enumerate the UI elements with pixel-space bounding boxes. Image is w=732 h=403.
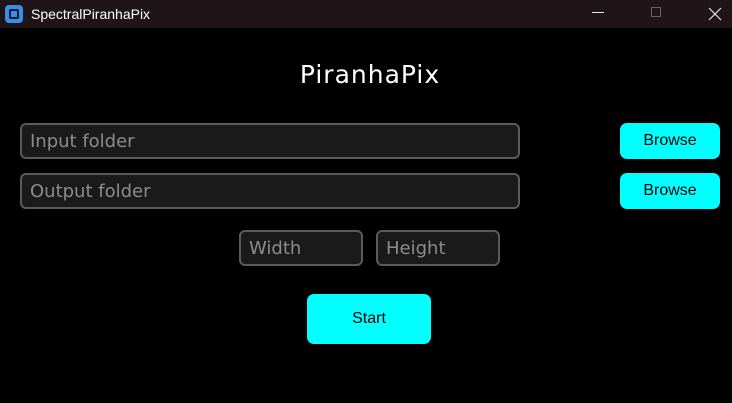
app-window: SpectralPiranhaPix PiranhaPix Browse Bro… <box>0 0 732 403</box>
window-title: SpectralPiranhaPix <box>31 6 151 22</box>
browse-input-button[interactable]: Browse <box>620 123 720 159</box>
height-field[interactable] <box>376 230 500 266</box>
minimize-icon[interactable] <box>575 0 621 28</box>
browse-output-button[interactable]: Browse <box>620 173 720 209</box>
start-button[interactable]: Start <box>307 294 431 344</box>
close-icon[interactable] <box>692 0 732 28</box>
width-field[interactable] <box>239 230 363 266</box>
maximize-icon[interactable] <box>634 0 680 28</box>
app-icon <box>5 5 23 23</box>
title-bar: SpectralPiranhaPix <box>0 0 732 28</box>
app-heading: PiranhaPix <box>299 60 441 89</box>
input-folder-field[interactable] <box>20 123 520 159</box>
output-folder-field[interactable] <box>20 173 520 209</box>
